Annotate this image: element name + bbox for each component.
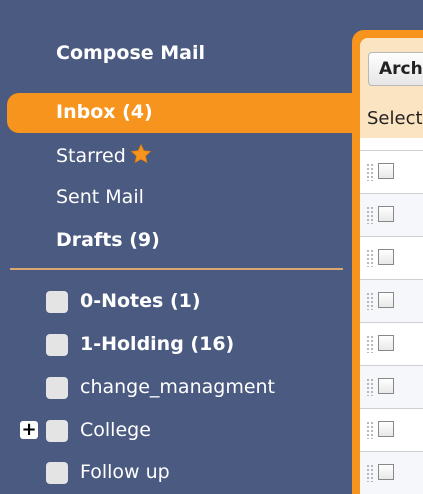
- label-item-text: College: [80, 419, 151, 441]
- table-row[interactable]: [360, 279, 423, 322]
- row-checkbox[interactable]: [378, 163, 394, 179]
- row-checkbox[interactable]: [378, 421, 394, 437]
- row-checkbox[interactable]: [378, 249, 394, 265]
- table-row[interactable]: [360, 408, 423, 451]
- row-checkbox[interactable]: [378, 292, 394, 308]
- message-list: Archive Select:: [360, 38, 423, 494]
- label-item-text: Follow up: [80, 461, 170, 483]
- label-color-swatch: [46, 377, 68, 399]
- drag-handle-icon[interactable]: [366, 335, 374, 353]
- table-row[interactable]: [360, 451, 423, 494]
- nav-inbox[interactable]: Inbox (4): [7, 93, 372, 133]
- row-checkbox[interactable]: [378, 335, 394, 351]
- row-checkbox[interactable]: [378, 206, 394, 222]
- table-row[interactable]: [360, 150, 423, 193]
- archive-button[interactable]: Archive: [368, 52, 423, 86]
- drag-handle-icon[interactable]: [366, 206, 374, 224]
- compose-mail-link[interactable]: Compose Mail: [56, 42, 205, 64]
- table-row[interactable]: [360, 193, 423, 236]
- nav-starred-label: Starred: [56, 145, 126, 167]
- sidebar-divider: [10, 268, 343, 270]
- table-row[interactable]: [360, 322, 423, 365]
- drag-handle-icon[interactable]: [366, 163, 374, 181]
- label-item-text: 0-Notes (1): [80, 290, 201, 312]
- nav-inbox-label: Inbox (4): [56, 101, 153, 123]
- drag-handle-icon[interactable]: [366, 292, 374, 310]
- select-label[interactable]: Select:: [367, 108, 423, 129]
- sidebar: Compose Mail Inbox (4) Starred Sent Mail…: [0, 0, 372, 494]
- nav-starred[interactable]: Starred: [56, 143, 152, 170]
- drag-handle-icon[interactable]: [366, 464, 374, 482]
- row-checkbox[interactable]: [378, 378, 394, 394]
- label-color-swatch: [46, 334, 68, 356]
- label-color-swatch: [46, 420, 68, 442]
- label-color-swatch: [46, 291, 68, 313]
- star-icon: [130, 143, 152, 170]
- nav-drafts[interactable]: Drafts (9): [56, 229, 160, 251]
- table-row[interactable]: [360, 365, 423, 408]
- drag-handle-icon[interactable]: [366, 421, 374, 439]
- toolbar: Archive Select:: [360, 38, 423, 138]
- label-item-text: change_managment: [80, 376, 276, 398]
- drag-handle-icon[interactable]: [366, 378, 374, 396]
- row-checkbox[interactable]: [378, 464, 394, 480]
- gmail-window: Compose Mail Inbox (4) Starred Sent Mail…: [0, 0, 423, 494]
- label-color-swatch: [46, 462, 68, 484]
- drag-handle-icon[interactable]: [366, 249, 374, 267]
- nav-sent-mail[interactable]: Sent Mail: [56, 186, 144, 208]
- label-item-text: 1-Holding (16): [80, 333, 235, 355]
- table-row[interactable]: [360, 236, 423, 279]
- expand-plus-icon[interactable]: +: [20, 421, 38, 439]
